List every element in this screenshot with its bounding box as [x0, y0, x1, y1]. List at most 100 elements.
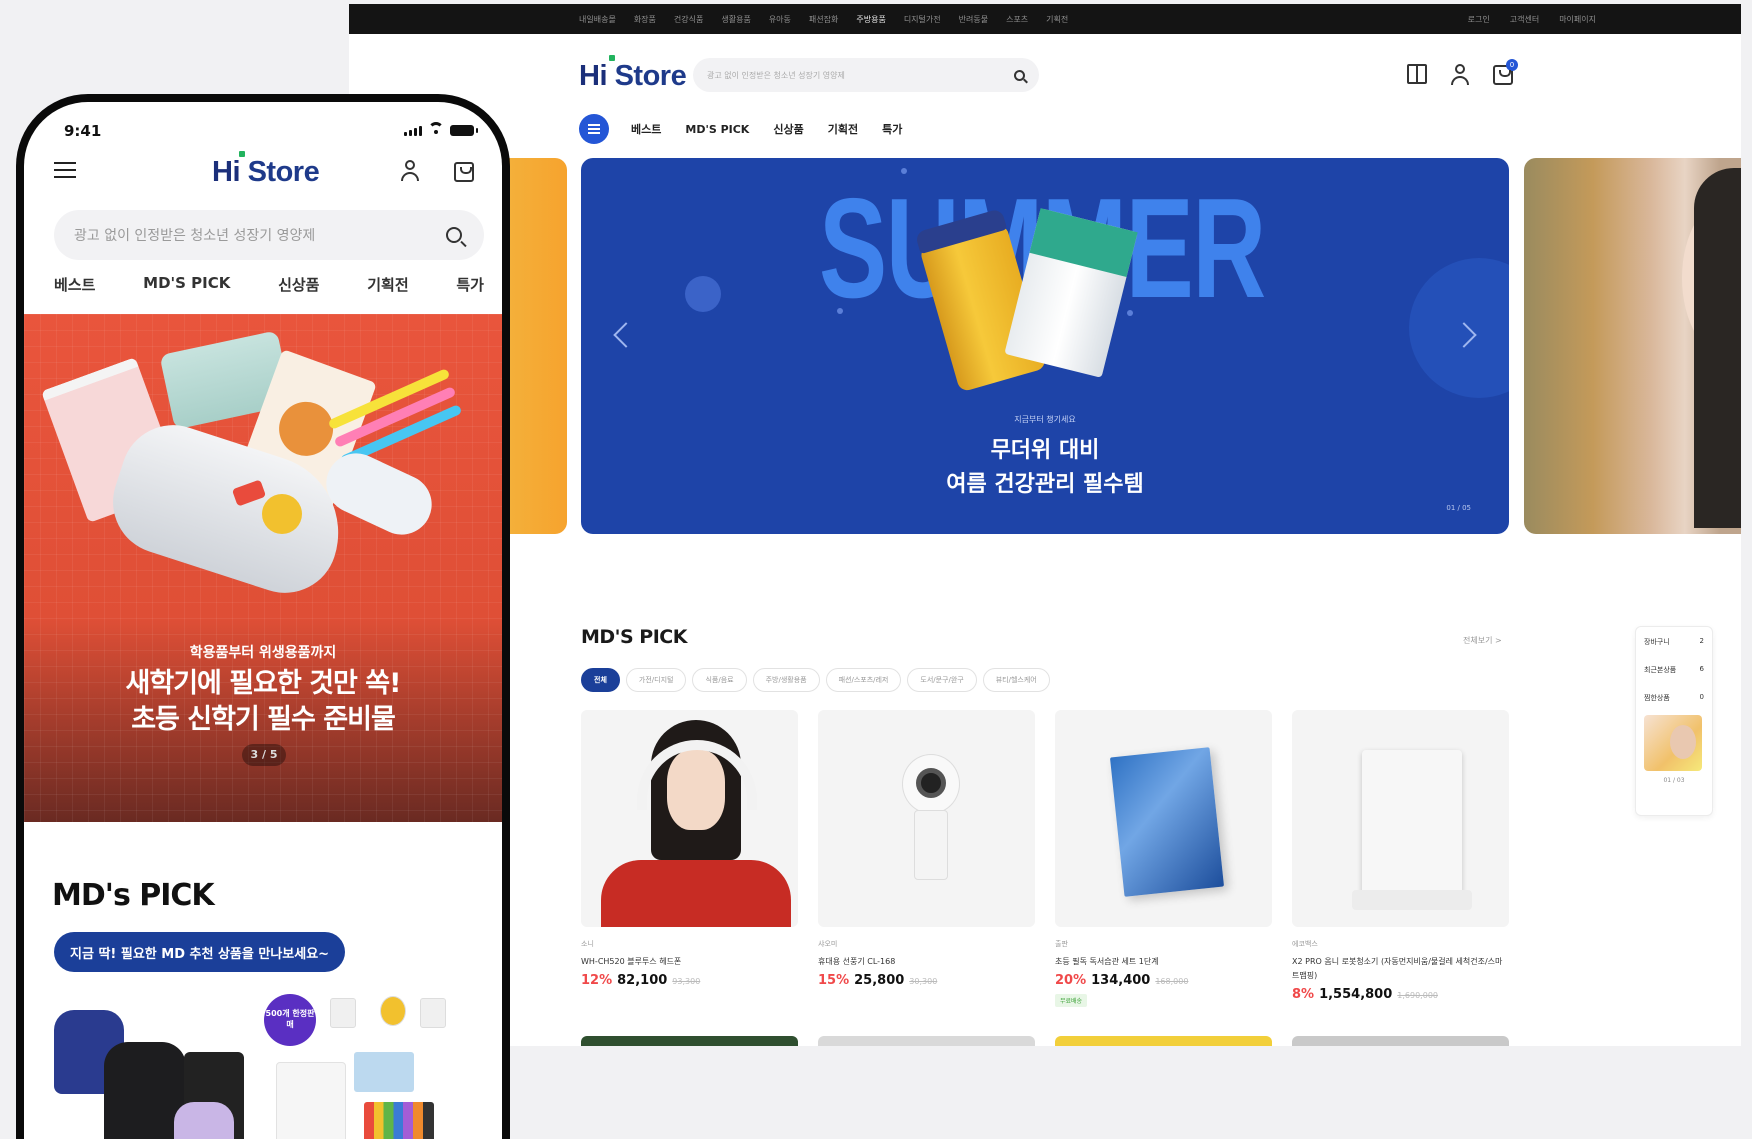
- original-price: 93,300: [672, 977, 701, 986]
- status-bar: 9:41: [24, 102, 502, 140]
- search-input[interactable]: 광고 없이 인정받은 청소년 성장기 영양제: [707, 70, 1014, 81]
- product-image[interactable]: [581, 710, 798, 927]
- product-image[interactable]: [1292, 710, 1509, 927]
- util-link[interactable]: 디지털가전: [904, 14, 941, 25]
- recent-product-thumb[interactable]: [1644, 715, 1702, 771]
- banner-title: 새학기에 필요한 것만 쏙! 초등 신학기 필수 준비물: [24, 666, 502, 738]
- model-hair: [1694, 168, 1741, 528]
- chip[interactable]: 뷰티/헬스케어: [982, 668, 1050, 692]
- next-product-row: [581, 1036, 1509, 1046]
- hero-next-slide[interactable]: [1524, 158, 1741, 534]
- util-link[interactable]: 화장품: [634, 14, 656, 25]
- category-menu-button[interactable]: [579, 114, 609, 144]
- product-image[interactable]: [581, 1036, 798, 1046]
- sidebar-row[interactable]: 최근본상품 6: [1644, 665, 1704, 675]
- help-link[interactable]: 고객센터: [1510, 14, 1539, 25]
- util-link[interactable]: 생활용품: [721, 14, 750, 25]
- highlighter-image: [324, 367, 463, 467]
- sidebar-label: 찜한상품: [1644, 694, 1670, 702]
- mds-product-preview[interactable]: 500개 한정판매: [44, 992, 484, 1139]
- chip[interactable]: 도서/문구/완구: [907, 668, 977, 692]
- mobile-screen: 9:41 Hi Store 광고 없이 인정받은 청소년 성장기 영양제 베스트…: [24, 102, 502, 1139]
- sidebar-row[interactable]: 장바구니 2: [1644, 637, 1704, 647]
- hero-banner[interactable]: SUMMER 지금부터 챙기세요 무더위 대비 여름 건강관리 필수템 01 /…: [581, 158, 1509, 534]
- sidebar-row[interactable]: 찜한상품 0: [1644, 693, 1704, 703]
- hero-prev-arrow-icon[interactable]: [613, 322, 639, 348]
- util-link[interactable]: 주방용품: [856, 14, 885, 25]
- chip[interactable]: 식품/음료: [692, 668, 747, 692]
- original-price: 30,300: [909, 977, 938, 986]
- util-link[interactable]: 유아동: [769, 14, 791, 25]
- product-image[interactable]: [818, 1036, 1035, 1046]
- mobile-hero-banner[interactable]: 학용품부터 위생용품까지 새학기에 필요한 것만 쏙! 초등 신학기 필수 준비…: [24, 314, 502, 822]
- stationery-box-image: [354, 1052, 414, 1092]
- product-card[interactable]: 에코백스 X2 PRO 옴니 로봇청소기 (자동먼지비움/물걸레 세척건조/스마…: [1292, 710, 1509, 1007]
- search-input[interactable]: 광고 없이 인정받은 청소년 성장기 영양제: [74, 225, 446, 245]
- product-card[interactable]: 소니 WH-CH520 블루투스 헤드폰 12% 82,100 93,300: [581, 710, 798, 1007]
- tab-deal[interactable]: 특가: [456, 274, 484, 295]
- original-price: 1,690,000: [1397, 991, 1438, 1000]
- user-icon[interactable]: [399, 160, 421, 182]
- user-icon[interactable]: [1449, 64, 1471, 86]
- chip[interactable]: 주방/생활용품: [752, 668, 820, 692]
- product-name[interactable]: 초등 필독 독서습관 세트 1단계: [1055, 955, 1272, 969]
- view-all-link[interactable]: 전체보기 >: [1463, 635, 1502, 646]
- search-icon[interactable]: [1014, 69, 1025, 81]
- tab-best[interactable]: 베스트: [54, 274, 95, 295]
- util-right-links: 로그인 고객센터 마이페이지: [1448, 4, 1596, 34]
- nav-exhibition[interactable]: 기획전: [828, 121, 858, 137]
- mds-promo-button[interactable]: 지금 딱! 필요한 MD 추천 상품을 만나보세요~: [54, 932, 346, 972]
- wifi-icon: [428, 122, 444, 138]
- battery-icon: [450, 125, 478, 136]
- product-image[interactable]: [1055, 1036, 1272, 1046]
- site-logo[interactable]: Hi Store: [579, 55, 687, 93]
- product-image[interactable]: [818, 710, 1035, 927]
- util-link[interactable]: 패션잡화: [809, 14, 838, 25]
- search-bar[interactable]: 광고 없이 인정받은 청소년 성장기 영양제: [693, 58, 1039, 92]
- signal-icon: [404, 126, 422, 136]
- hero-prev-slide[interactable]: [509, 158, 567, 534]
- nav-new[interactable]: 신상품: [773, 121, 803, 137]
- search-icon[interactable]: [446, 227, 462, 243]
- product-card[interactable]: 샤오미 휴대용 선풍기 CL-168 15% 25,800 30,300: [818, 710, 1035, 1007]
- login-link[interactable]: 로그인: [1468, 14, 1490, 25]
- product-image[interactable]: [1292, 1036, 1509, 1046]
- mobile-tabs: 베스트 MD'S PICK 신상품 기획전 특가: [54, 274, 484, 295]
- cart-icon[interactable]: 0: [1493, 59, 1518, 85]
- recent-sidebar: 장바구니 2 최근본상품 6 찜한상품 0 01 / 03: [1635, 626, 1713, 816]
- sidebar-count: 2: [1699, 637, 1704, 645]
- recent-pager[interactable]: 01 / 03: [1644, 777, 1704, 784]
- chip[interactable]: 패션/스포츠/레저: [825, 668, 902, 692]
- nav-mds-pick[interactable]: MD'S PICK: [685, 123, 749, 136]
- mypage-link[interactable]: 마이페이지: [1559, 14, 1596, 25]
- product-name[interactable]: 휴대용 선풍기 CL-168: [818, 955, 1035, 969]
- status-time: 9:41: [64, 122, 102, 140]
- util-link[interactable]: 반려동물: [959, 14, 988, 25]
- product-card[interactable]: 출판 초등 필독 독서습관 세트 1단계 20% 134,400 168,000…: [1055, 710, 1272, 1007]
- util-link[interactable]: 건강식품: [674, 14, 703, 25]
- tab-new[interactable]: 신상품: [278, 274, 319, 295]
- hero-title-line: 무더위 대비: [990, 438, 1100, 463]
- search-bar[interactable]: 광고 없이 인정받은 청소년 성장기 영양제: [54, 210, 484, 260]
- shoe-charm-image: [262, 494, 302, 534]
- util-link[interactable]: 내일배송몰: [579, 14, 616, 25]
- hamburger-menu-icon[interactable]: [54, 162, 76, 178]
- tab-exhibition[interactable]: 기획전: [367, 274, 408, 295]
- store-icon[interactable]: [1407, 64, 1427, 84]
- chip[interactable]: 가전/디지털: [625, 668, 687, 692]
- hero-pager: 01 / 05: [1446, 504, 1471, 512]
- product-name[interactable]: WH-CH520 블루투스 헤드폰: [581, 955, 798, 969]
- ecobag-image: [276, 1062, 346, 1139]
- cart-icon[interactable]: [454, 162, 474, 182]
- logo-store: Store: [614, 60, 687, 92]
- chip[interactable]: 전체: [581, 668, 620, 692]
- util-link[interactable]: 스포츠: [1006, 14, 1028, 25]
- tab-mds-pick[interactable]: MD'S PICK: [143, 274, 230, 295]
- site-logo[interactable]: Hi Store: [212, 151, 320, 189]
- util-link[interactable]: 기획전: [1046, 14, 1068, 25]
- nav-deal[interactable]: 특가: [882, 121, 902, 137]
- nav-best[interactable]: 베스트: [631, 121, 661, 137]
- product-name[interactable]: X2 PRO 옴니 로봇청소기 (자동먼지비움/물걸레 세척건조/스마트맵핑): [1292, 955, 1509, 983]
- product-image[interactable]: [1055, 710, 1272, 927]
- price-row: 12% 82,100 93,300: [581, 973, 798, 988]
